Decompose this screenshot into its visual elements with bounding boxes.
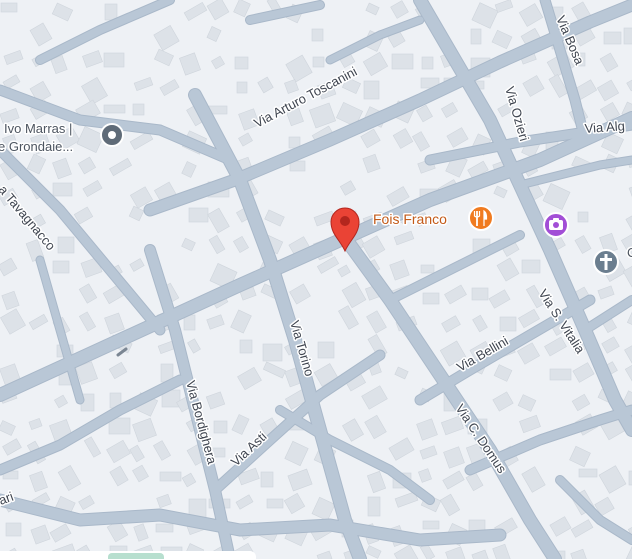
building [260,471,274,488]
building [603,31,622,45]
building [52,260,70,274]
church-cross-icon[interactable] [593,249,619,275]
building [103,52,125,68]
building [262,343,283,362]
building [470,28,482,45]
landmark-dot-icon [100,123,124,147]
building [188,207,209,223]
bottom-chip[interactable] [108,553,164,559]
building [236,81,248,94]
building [422,520,440,530]
building [471,287,489,301]
building [52,182,73,197]
building [5,522,22,537]
building [367,496,381,517]
poi-edge-letter: C [627,245,632,260]
building [239,339,253,354]
building [159,471,182,482]
map-canvas[interactable]: Via Arturo Toscanini Via Bosa Via Ozieri… [0,0,632,559]
building [317,341,335,359]
building [103,104,126,114]
building [623,27,632,45]
building [577,211,589,223]
building [578,468,598,478]
building [132,103,145,116]
building [421,56,434,70]
poi-fois-franco-label: Fois Franco [373,211,447,227]
building [391,53,414,70]
building [420,264,435,274]
street-label-alg: Via Alg [584,118,625,136]
camera-icon[interactable] [543,212,569,238]
poi-ivo-marras-label-line2: e Grondaie... [0,139,73,154]
building [266,498,284,509]
building [363,80,380,100]
map-view[interactable]: Via Arturo Toscanini Via Bosa Via Ozieri… [0,0,632,559]
building [521,259,541,274]
building [499,316,517,332]
building [234,56,249,70]
building [0,2,18,13]
building [57,236,75,254]
building [155,523,174,533]
building [549,368,572,381]
fork-knife-icon [468,205,494,231]
building [104,3,118,21]
building [312,56,325,68]
building [311,28,324,42]
building [422,292,440,305]
poi-ivo-marras-label-line1: Ivo Marras | [4,121,72,136]
building [213,420,228,434]
